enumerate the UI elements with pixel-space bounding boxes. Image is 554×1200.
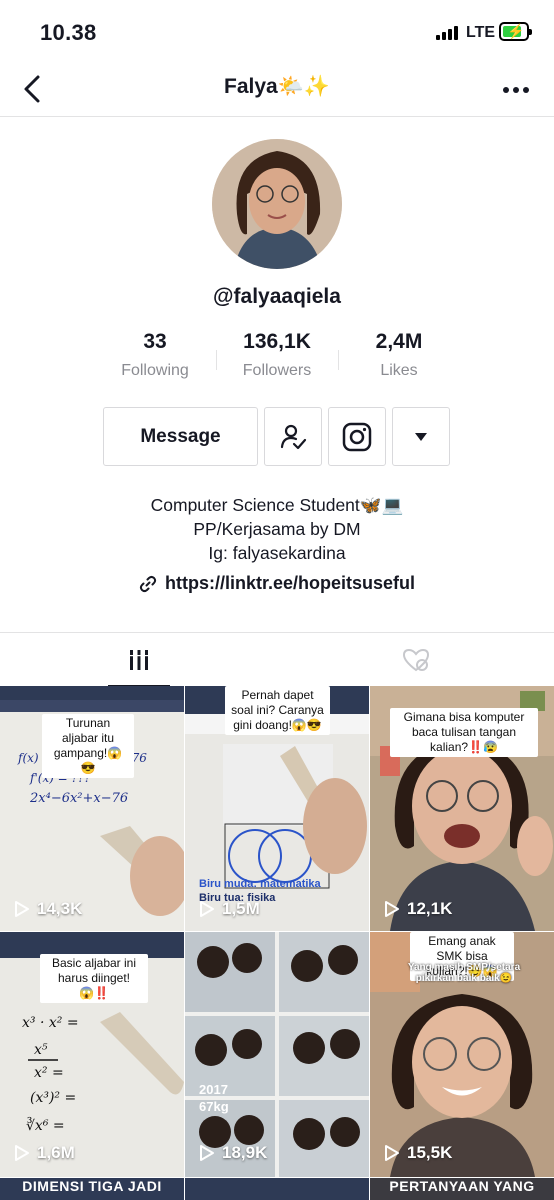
play-icon [15, 1145, 29, 1161]
battery-icon: ⚡ [499, 22, 532, 41]
video-subcaption: Yang masih SMP/setara pikirkan baik baik… [407, 962, 521, 984]
avatar[interactable] [212, 139, 342, 269]
view-count-text: 14,3K [37, 899, 83, 918]
video-thumbnail[interactable]: Pernah dapet soal ini? Caranya gini doan… [185, 686, 369, 931]
view-count: 15,5K [384, 1143, 452, 1163]
view-count: 1,5M [199, 899, 260, 919]
svg-text:∛x⁶ =: ∛x⁶ = [26, 1117, 65, 1134]
status-bar: 10.38 LTE ⚡ [0, 0, 554, 62]
stat-likes[interactable]: 2,4M Likes [338, 330, 460, 380]
video-thumbnail[interactable]: Emang anak SMK bisa kuliah?!😏😱 Yang masi… [370, 932, 554, 1177]
stat-label: Followers [242, 362, 312, 379]
view-count: 1,6M [14, 1143, 75, 1163]
view-count-text: 12,1K [407, 899, 453, 918]
stat-value: 33 [143, 330, 167, 353]
view-count: 12,1K [384, 899, 452, 919]
status-time: 10.38 [40, 20, 97, 45]
video-thumbnail[interactable]: x³ · x² = x⁵ x² = (x³)² = ∛x⁶ = Basic al… [0, 932, 184, 1177]
video-thumbnail[interactable]: Gimana bisa komputer baca tulisan tangan… [370, 686, 554, 931]
play-icon [15, 901, 29, 917]
username: @falyaaqiela [213, 285, 341, 308]
nav-bar: Falya🌤️✨ [0, 62, 554, 117]
heart-hidden-icon [402, 648, 429, 672]
svg-text:(x³)² =: (x³)² = [30, 1090, 76, 1106]
more-icon [503, 87, 529, 93]
video-thumbnail[interactable]: 2017 67kg 18,9K [185, 932, 369, 1177]
profile-tabs [0, 632, 554, 687]
video-thumbnail[interactable]: DIMENSI TIGA JADI [0, 1178, 184, 1200]
signal-icon [436, 26, 460, 40]
profile-stats: 33 Following 136,1K Followers 2,4M Likes [94, 330, 460, 390]
avatar-image [212, 139, 342, 269]
stat-value: 136,1K [243, 330, 311, 353]
view-count-text: 15,5K [407, 1143, 453, 1162]
video-overlay-text: Biru muda: matematika [199, 878, 321, 890]
message-button[interactable]: Message [103, 407, 258, 466]
play-icon [200, 901, 214, 917]
bio-link[interactable]: https://linktr.ee/hopeitsuseful [0, 573, 554, 594]
view-count-text: 1,6M [37, 1143, 75, 1162]
user-check-icon [280, 424, 307, 449]
video-thumbnail[interactable]: f(x) = 2x⁴−6x²+x−76 f'(x) = ??? 2x⁴−6x²+… [0, 686, 184, 931]
video-thumbnail[interactable] [185, 1178, 369, 1200]
profile-actions: Message [0, 407, 554, 467]
video-caption: Basic aljabar ini harus diinget!😱‼️ [40, 954, 148, 1003]
svg-text:x³ · x² =: x³ · x² = [22, 1015, 79, 1031]
instagram-button[interactable] [328, 407, 386, 466]
svg-text:x⁵: x⁵ [34, 1042, 48, 1058]
grid-icon [127, 650, 150, 670]
following-button[interactable] [264, 407, 322, 466]
tab-videos[interactable] [0, 633, 277, 687]
view-count-text: 18,9K [222, 1143, 268, 1162]
video-thumbnail[interactable]: PERTANYAAN YANG [370, 1178, 554, 1200]
bio: Computer Science Student🦋💻 PP/Kerjasama … [0, 493, 554, 565]
video-caption: Pernah dapet soal ini? Caranya gini doan… [225, 686, 330, 735]
stat-following[interactable]: 33 Following [94, 330, 216, 380]
suggested-dropdown-button[interactable] [392, 407, 450, 466]
video-caption: DIMENSI TIGA JADI [22, 1178, 162, 1194]
video-overlay-text: 2017 [199, 1082, 228, 1097]
video-caption: Turunan aljabar itu gampang!😱😎 [42, 714, 134, 778]
view-count-text: 1,5M [222, 899, 260, 918]
video-caption: PERTANYAAN YANG [389, 1178, 535, 1194]
thumbnail-image [185, 932, 369, 1177]
view-count: 18,9K [199, 1143, 267, 1163]
caret-down-icon [415, 432, 427, 441]
instagram-icon [342, 422, 372, 451]
stat-value: 2,4M [375, 330, 423, 353]
svg-text:2x⁴−6x²+x−76: 2x⁴−6x²+x−76 [29, 791, 128, 806]
play-icon [200, 1145, 214, 1161]
bio-line: Ig: falyasekardina [208, 543, 346, 563]
view-count: 14,3K [14, 899, 82, 919]
bio-line: PP/Kerjasama by DM [193, 519, 361, 539]
more-options-button[interactable] [498, 78, 538, 102]
video-overlay-text: 67kg [199, 1099, 229, 1114]
stat-label: Likes [380, 362, 418, 379]
stat-followers[interactable]: 136,1K Followers [216, 330, 338, 380]
bio-link-text: https://linktr.ee/hopeitsuseful [164, 573, 416, 593]
video-grid: f(x) = 2x⁴−6x²+x−76 f'(x) = ??? 2x⁴−6x²+… [0, 686, 554, 1200]
link-icon [139, 575, 157, 592]
bio-line: Computer Science Student🦋💻 [150, 495, 404, 515]
play-icon [385, 901, 399, 917]
network-label: LTE [466, 24, 496, 41]
stat-label: Following [121, 362, 189, 379]
page-title: Falya🌤️✨ [224, 75, 330, 98]
play-icon [385, 1145, 399, 1161]
svg-text:x² =: x² = [34, 1065, 64, 1081]
tab-liked[interactable] [277, 633, 554, 687]
video-caption: Gimana bisa komputer baca tulisan tangan… [390, 708, 538, 757]
